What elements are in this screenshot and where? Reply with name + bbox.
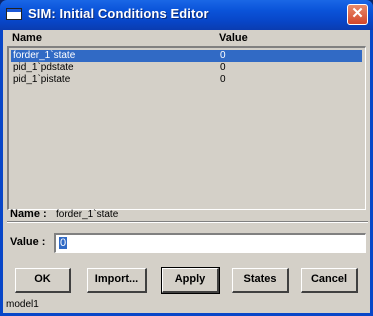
column-header-name: Name [12,32,42,44]
list-item-name: pid_1`pdstate [13,62,74,73]
states-button[interactable]: States [232,268,289,293]
conditions-list[interactable]: forder_1`state 0 pid_1`pdstate 0 pid_1`p… [7,46,366,210]
value-input[interactable]: 0 [54,233,366,253]
close-button[interactable]: ✕ [347,4,368,25]
value-input-text: 0 [59,237,68,249]
dialog-body: Name Value forder_1`state 0 pid_1`pdstat… [3,30,370,313]
window-icon [6,8,22,20]
dialog-window: SIM: Initial Conditions Editor ✕ Name Va… [0,0,373,316]
list-item-value: 0 [220,62,226,73]
window-title: SIM: Initial Conditions Editor [28,6,209,21]
cancel-button[interactable]: Cancel [301,268,358,293]
list-item-value: 0 [220,74,226,85]
ok-button[interactable]: OK [15,268,71,293]
status-text: model1 [6,299,39,310]
list-item-name: forder_1`state [13,50,76,61]
name-label: Name : [10,208,47,220]
list-item[interactable]: pid_1`pdstate 0 [11,62,362,74]
divider [7,221,368,223]
column-header-value: Value [219,32,248,44]
import-button[interactable]: Import... [87,268,147,293]
list-item[interactable]: forder_1`state 0 [11,50,362,62]
list-item-value: 0 [220,50,226,61]
selected-name-value: forder_1`state [56,209,119,220]
title-bar[interactable]: SIM: Initial Conditions Editor ✕ [0,0,373,30]
value-label: Value : [10,236,46,248]
list-item-name: pid_1`pistate [13,74,71,85]
apply-button[interactable]: Apply [161,267,220,294]
list-item[interactable]: pid_1`pistate 0 [11,74,362,86]
